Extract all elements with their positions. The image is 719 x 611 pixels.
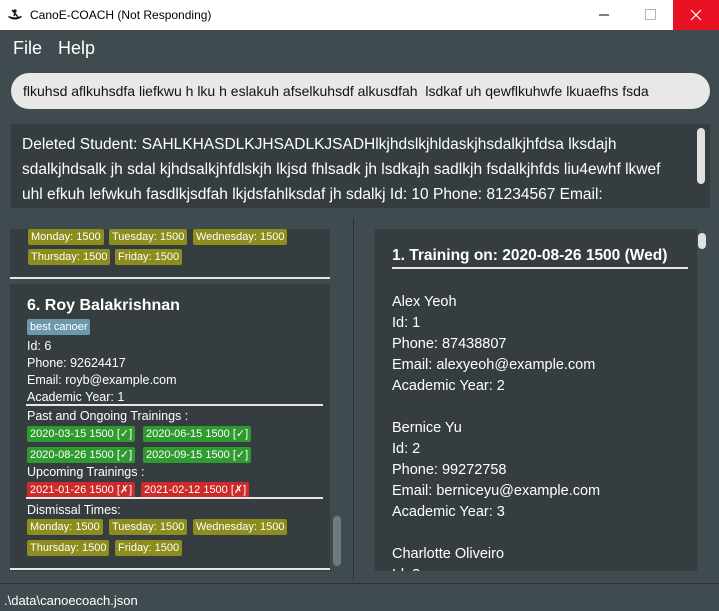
student-phone: Phone: 92624417 xyxy=(27,356,126,370)
command-input[interactable] xyxy=(23,81,699,101)
result-display[interactable]: Deleted Student: SAHLKHASDLKJHSADLKJSADH… xyxy=(11,124,694,208)
minimize-icon xyxy=(599,14,609,16)
dismissal-time-tag: Tuesday: 1500 xyxy=(109,519,188,535)
training-card[interactable]: 1. Training on: 2020-08-26 1500 (Wed) Al… xyxy=(375,229,697,571)
past-trainings-header: Past and Ongoing Trainings : xyxy=(27,409,189,423)
attendee-email: Email: alexyeoh@example.com xyxy=(392,357,596,373)
attendee-academic-year: Academic Year: 2 xyxy=(392,378,505,394)
attendee-phone: Phone: 99272758 xyxy=(392,462,507,478)
result-text: Deleted Student: SAHLKHASDLKJHSADLKJSADH… xyxy=(22,132,690,207)
student-card[interactable]: 6. Roy Balakrishnan best canoer Id: 6 Ph… xyxy=(10,284,330,571)
dismissal-time-tag: Monday: 1500 xyxy=(27,519,103,535)
attendee-academic-year: Academic Year: 3 xyxy=(392,504,505,520)
attendee-email: Email: berniceyu@example.com xyxy=(392,483,601,499)
dismissal-time-tag: Wednesday: 1500 xyxy=(193,229,288,245)
dismissal-times-header: Dismissal Times: xyxy=(27,503,121,517)
menu-file[interactable]: File xyxy=(13,38,42,59)
menu-bar: File Help xyxy=(0,30,719,64)
card-divider xyxy=(10,277,330,279)
student-id: Id: 6 xyxy=(27,339,52,353)
training-divider xyxy=(392,267,688,269)
attendee-name: Bernice Yu xyxy=(392,420,462,436)
past-training-tag: 2020-08-26 1500 [✓] xyxy=(27,447,136,463)
student-tag: best canoer xyxy=(27,319,91,335)
attendee-id: Id: 1 xyxy=(392,315,421,331)
status-bar: .\data\canoecoach.json xyxy=(0,583,719,611)
student-academic-year: Academic Year: 1 xyxy=(27,390,125,404)
dismissal-time-tag: Thursday: 1500 xyxy=(28,249,111,265)
upcoming-trainings-header: Upcoming Trainings : xyxy=(27,465,145,479)
result-line: uhl efkuh lefwkuh fasdlkjsdfah lkjdsfahl… xyxy=(22,186,603,203)
student-list[interactable]: Monday: 1500 Tuesday: 1500 Wednesday: 15… xyxy=(10,229,330,571)
student-list-scrollbar-thumb[interactable] xyxy=(333,516,341,566)
result-line: Deleted Student: SAHLKHASDLKJHSADLKJSADH… xyxy=(22,136,617,153)
dismissal-time-tag: Wednesday: 1500 xyxy=(193,519,288,535)
attendee-id: Id: 3 xyxy=(392,567,420,571)
attendee-phone: Phone: 87438807 xyxy=(392,336,507,352)
upcoming-training-tag: 2021-02-12 1500 [✗] xyxy=(141,482,250,498)
student-email: Email: royb@example.com xyxy=(27,373,177,387)
past-training-tag: 2020-06-15 1500 [✓] xyxy=(143,426,252,442)
menu-help[interactable]: Help xyxy=(58,38,95,59)
dismissal-time-tag: Monday: 1500 xyxy=(28,229,104,245)
command-box xyxy=(11,73,710,109)
attendee-name: Alex Yeoh xyxy=(392,294,457,310)
close-icon xyxy=(690,9,702,21)
maximize-icon xyxy=(645,9,656,20)
training-title: 1. Training on: 2020-08-26 1500 (Wed) xyxy=(392,247,668,264)
result-line: sdalkjhdsalk jh sdal kjhdsalkjhfdlskjh l… xyxy=(22,161,661,178)
result-scrollbar-thumb[interactable] xyxy=(697,128,705,184)
dismissal-time-tag: Thursday: 1500 xyxy=(27,540,110,556)
past-training-tag: 2020-03-15 1500 [✓] xyxy=(27,426,136,442)
attendee-name: Charlotte Oliveiro xyxy=(392,546,505,562)
maximize-button[interactable] xyxy=(627,0,673,30)
dismissal-time-tag: Friday: 1500 xyxy=(115,249,183,265)
student-card[interactable]: Monday: 1500 Tuesday: 1500 Wednesday: 15… xyxy=(10,229,330,277)
minimize-button[interactable] xyxy=(581,0,627,30)
canoe-icon xyxy=(8,9,22,20)
upcoming-training-tag: 2021-01-26 1500 [✗] xyxy=(27,482,136,498)
card-divider xyxy=(26,404,323,406)
window-title: CanoE-COACH (Not Responding) xyxy=(30,8,212,22)
save-location: .\data\canoecoach.json xyxy=(4,593,138,608)
dismissal-time-tag: Tuesday: 1500 xyxy=(109,229,188,245)
card-divider xyxy=(10,568,330,570)
dismissal-time-tag: Friday: 1500 xyxy=(115,540,183,556)
attendee-id: Id: 2 xyxy=(392,441,421,457)
title-bar: CanoE-COACH (Not Responding) xyxy=(0,0,719,30)
past-training-tag: 2020-09-15 1500 [✓] xyxy=(143,447,252,463)
training-scrollbar-thumb[interactable] xyxy=(698,233,706,249)
student-name: 6. Roy Balakrishnan xyxy=(27,297,180,314)
close-button[interactable] xyxy=(673,0,719,30)
card-divider xyxy=(26,497,323,499)
